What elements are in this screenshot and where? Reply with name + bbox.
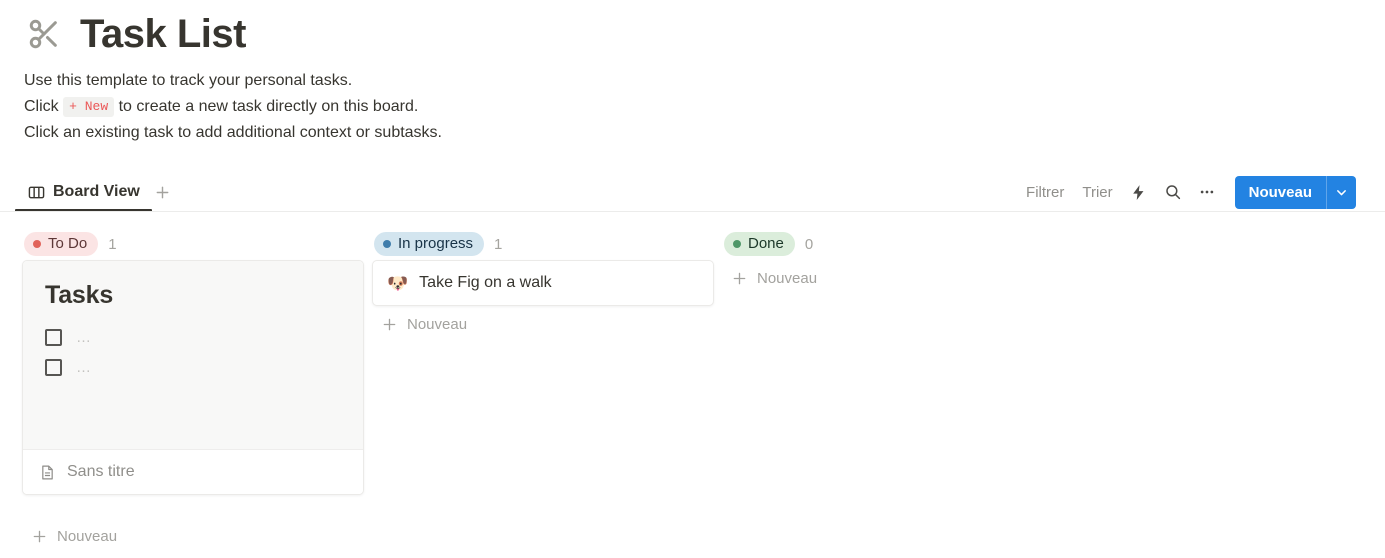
description-text: Click an existing task to add additional…	[24, 124, 442, 141]
column-count: 0	[804, 235, 814, 253]
add-card-button-done[interactable]: Nouveau	[722, 260, 1064, 297]
status-label: Done	[748, 235, 784, 252]
description-line-2: Click + New to create a new task directl…	[24, 94, 1385, 120]
description-text: Click	[24, 98, 64, 115]
column-header[interactable]: To Do 1	[22, 228, 364, 260]
column-count: 1	[108, 235, 117, 253]
board-card-take-fig-on-a-walk[interactable]: 🐶 Take Fig on a walk	[372, 260, 714, 306]
card-preview: Tasks … …	[23, 261, 363, 449]
status-badge: Done	[724, 232, 795, 256]
status-dot-icon	[383, 239, 391, 248]
board-column-to-do: To Do 1 Tasks … … Sans titre	[22, 228, 372, 495]
page-title: Task List	[80, 12, 246, 56]
board-column-done: Done 0 Nouveau	[722, 228, 1072, 495]
page-header: Task List Use this template to track you…	[0, 0, 1385, 146]
ellipsis-icon[interactable]	[1190, 177, 1224, 207]
sort-button[interactable]: Trier	[1073, 180, 1121, 205]
task-list-board-page: Task List Use this template to track you…	[0, 0, 1385, 558]
card-footer: Sans titre	[23, 449, 363, 494]
description-line-1: Use this template to track your personal…	[24, 68, 1385, 94]
dog-emoji-icon: 🐶	[387, 273, 409, 293]
add-card-button-in-progress[interactable]: Nouveau	[372, 306, 714, 343]
toolbar-divider	[0, 211, 1385, 212]
view-tabs: Board View	[22, 179, 176, 205]
description-text: Use this template to track your personal…	[24, 72, 353, 89]
preview-todo-text: …	[76, 358, 92, 376]
add-view-button[interactable]	[150, 179, 176, 205]
checkbox-icon[interactable]	[45, 328, 62, 346]
add-card-label: Nouveau	[757, 270, 818, 287]
card-preview-heading: Tasks	[45, 281, 114, 309]
add-card-button-to-do[interactable]: Nouveau	[22, 518, 121, 555]
plus-icon	[32, 529, 47, 544]
status-label: To Do	[48, 235, 88, 252]
toolbar-actions: Filtrer Trier Nouveau	[1017, 175, 1356, 209]
page-description: Use this template to track your personal…	[24, 68, 1385, 146]
chevron-down-icon[interactable]	[1326, 175, 1356, 209]
column-count: 1	[494, 235, 503, 253]
card-title: Take Fig on a walk	[419, 274, 552, 291]
tab-label: Board View	[53, 183, 140, 200]
column-header[interactable]: In progress 1	[372, 228, 714, 260]
add-card-label: Nouveau	[407, 316, 468, 333]
view-toolbar: Board View Filtrer Trier Nouveau	[0, 172, 1385, 212]
description-line-3: Click an existing task to add additional…	[24, 120, 1385, 146]
scissors-icon	[24, 14, 64, 54]
new-button-label: Nouveau	[1248, 183, 1312, 201]
plus-icon	[732, 271, 747, 286]
status-badge: To Do	[24, 232, 99, 256]
card-content: 🐶 Take Fig on a walk	[373, 261, 713, 305]
status-dot-icon	[733, 239, 741, 248]
preview-todo-text: …	[76, 328, 92, 346]
column-header[interactable]: Done 0	[722, 228, 1064, 260]
add-card-label: Nouveau	[57, 528, 118, 545]
inline-new-badge: + New	[63, 97, 115, 117]
search-icon[interactable]	[1156, 177, 1190, 207]
filter-button[interactable]: Filtrer	[1017, 180, 1073, 205]
checkbox-icon[interactable]	[45, 358, 62, 376]
board-column-in-progress: In progress 1 🐶 Take Fig on a walk Nouve	[372, 228, 722, 495]
board-card-tasks[interactable]: Tasks … … Sans titre	[22, 260, 364, 495]
new-button[interactable]: Nouveau	[1234, 175, 1356, 209]
preview-todo-item: …	[45, 352, 341, 382]
document-icon	[39, 464, 56, 481]
page-title-row: Task List	[24, 12, 1385, 56]
status-badge: In progress	[374, 232, 485, 256]
board-columns: To Do 1 Tasks … … Sans titre In progress…	[0, 228, 1385, 495]
status-dot-icon	[33, 239, 41, 248]
card-footer-label: Sans titre	[67, 463, 135, 480]
preview-todo-item: …	[45, 322, 341, 352]
status-label: In progress	[398, 235, 474, 252]
description-text: to create a new task directly on this bo…	[114, 98, 419, 115]
plus-icon	[382, 317, 397, 332]
tab-board-view[interactable]: Board View	[22, 179, 146, 205]
lightning-bolt-icon[interactable]	[1122, 177, 1156, 207]
board-view-icon	[28, 184, 45, 201]
